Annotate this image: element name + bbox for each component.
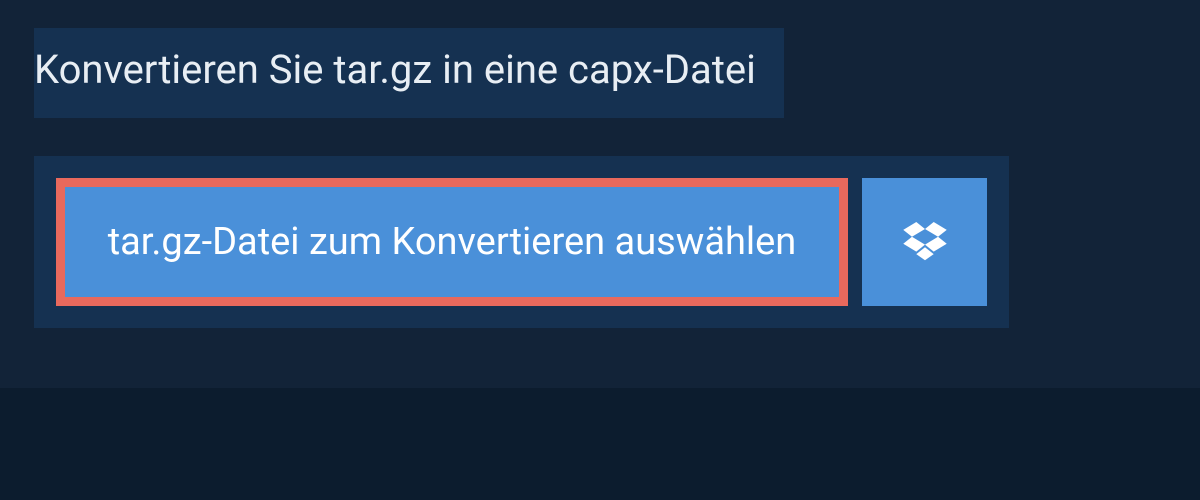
title-wrap: Konvertieren Sie tar.gz in eine capx-Dat…	[34, 28, 784, 118]
select-file-label: tar.gz-Datei zum Konvertieren auswählen	[108, 220, 797, 264]
dropbox-icon	[903, 222, 947, 262]
content-container: Konvertieren Sie tar.gz in eine capx-Dat…	[0, 0, 1200, 356]
upload-panel: tar.gz-Datei zum Konvertieren auswählen	[34, 156, 1009, 328]
bottom-bar	[0, 388, 1200, 500]
select-file-button[interactable]: tar.gz-Datei zum Konvertieren auswählen	[56, 178, 848, 306]
page-title: Konvertieren Sie tar.gz in eine capx-Dat…	[34, 46, 756, 94]
dropbox-button[interactable]	[862, 178, 987, 306]
